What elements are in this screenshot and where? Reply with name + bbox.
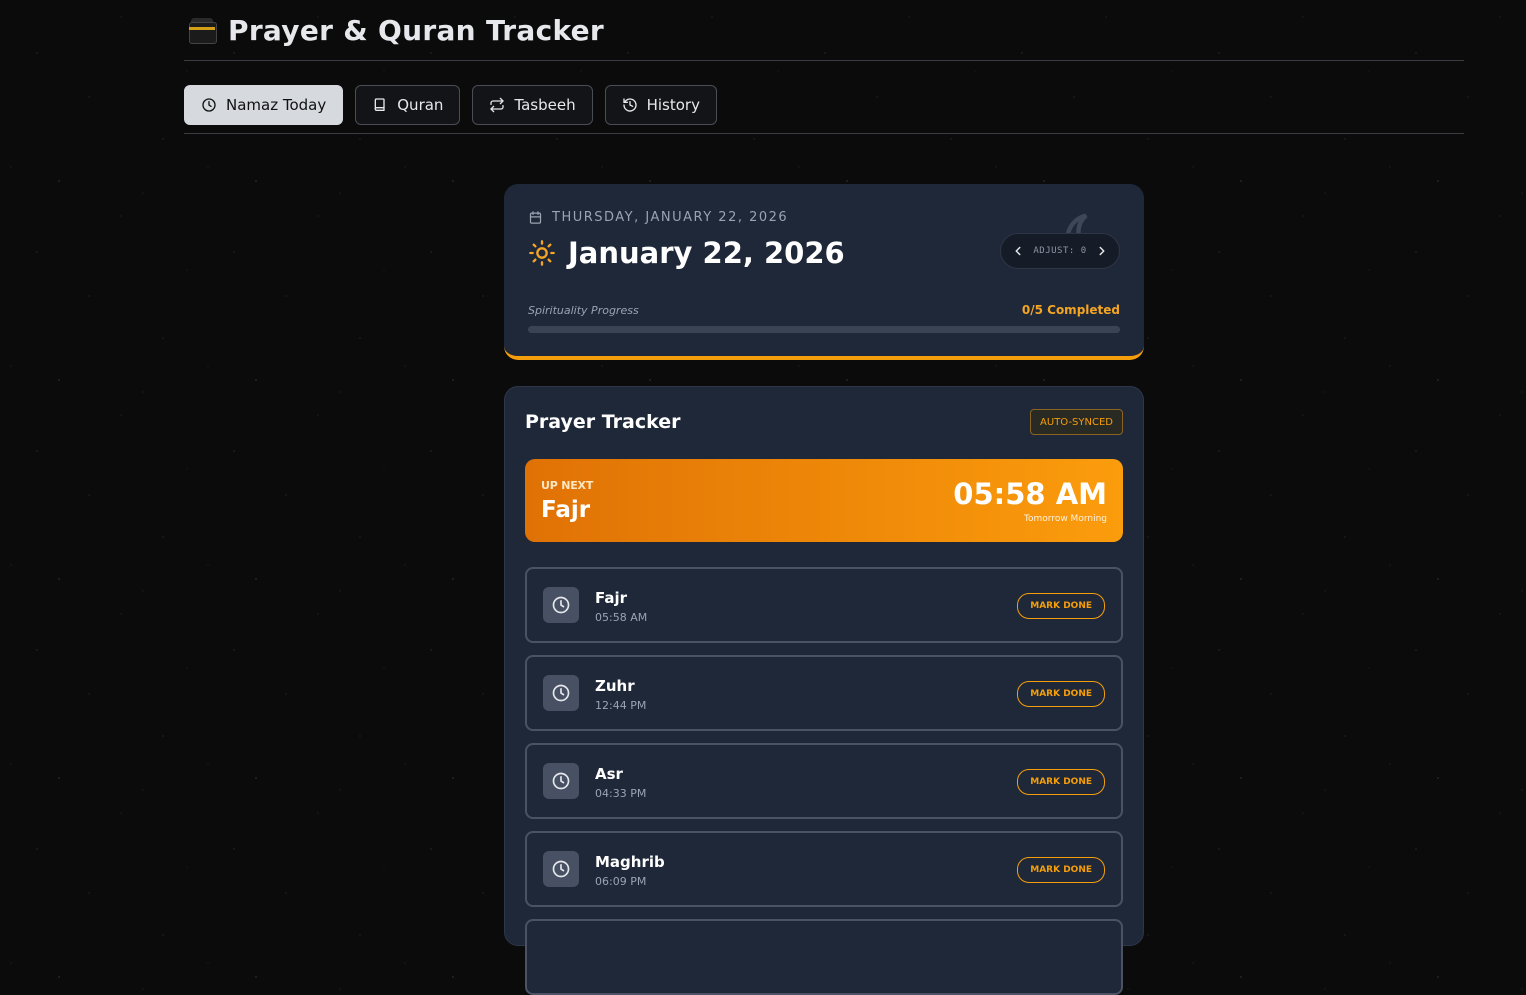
app-header: Prayer & Quran Tracker Namaz Today Quran… <box>184 0 1464 134</box>
prayer-row-asr: Asr 04:33 PM MARK DONE <box>525 743 1123 819</box>
clock-icon <box>543 851 579 887</box>
chevron-right-icon[interactable] <box>1095 244 1109 258</box>
kaaba-icon <box>188 16 217 44</box>
clock-icon <box>543 763 579 799</box>
date-adjust-control: ADJUST: 0 <box>1000 233 1120 269</box>
up-next-label: UP NEXT <box>541 479 594 492</box>
weekday-text: THURSDAY, JANUARY 22, 2026 <box>552 210 789 225</box>
book-icon <box>374 98 385 111</box>
prayer-name: Zuhr <box>595 677 635 695</box>
prayer-name: Maghrib <box>595 853 665 871</box>
prayer-tracker-card: Prayer Tracker AUTO-SYNCED UP NEXT Fajr … <box>504 386 1144 995</box>
prayer-time: 04:33 PM <box>595 787 647 800</box>
next-prayer-time: 05:58 AM <box>953 477 1107 511</box>
chevron-left-icon[interactable] <box>1011 244 1025 258</box>
tab-namaz-today[interactable]: Namaz Today <box>184 85 344 125</box>
prayer-time: 05:58 AM <box>595 611 648 624</box>
auto-synced-badge: AUTO-SYNCED <box>1030 409 1123 435</box>
up-next-banner: UP NEXT Fajr 05:58 AM Tomorrow Morning <box>525 459 1123 542</box>
progress-bar <box>528 326 1120 333</box>
sun-icon <box>529 240 555 266</box>
date-subtitle: THURSDAY, JANUARY 22, 2026 <box>528 210 788 225</box>
date-card: THURSDAY, JANUARY 22, 2026 January 22, 2… <box>504 184 1144 360</box>
tab-tasbeeh[interactable]: Tasbeeh <box>472 85 593 125</box>
mark-done-button[interactable]: MARK DONE <box>1017 681 1105 707</box>
mark-done-button[interactable]: MARK DONE <box>1017 769 1105 795</box>
tab-label: Tasbeeh <box>514 96 576 114</box>
prayer-row-maghrib: Maghrib 06:09 PM MARK DONE <box>525 831 1123 907</box>
adjust-label: ADJUST: 0 <box>1033 246 1087 256</box>
tab-label: Quran <box>397 96 444 114</box>
title-bar: Prayer & Quran Tracker <box>184 0 1464 61</box>
mark-done-button[interactable]: MARK DONE <box>1017 593 1105 619</box>
next-prayer-name: Fajr <box>541 497 591 523</box>
prayer-time: 12:44 PM <box>595 699 647 712</box>
app-title: Prayer & Quran Tracker <box>228 13 605 47</box>
tab-label: Namaz Today <box>226 96 327 114</box>
date-title: January 22, 2026 <box>568 236 845 270</box>
prayer-name: Asr <box>595 765 623 783</box>
prayer-row-zuhr: Zuhr 12:44 PM MARK DONE <box>525 655 1123 731</box>
prayer-name: Fajr <box>595 589 628 607</box>
prayer-row-next <box>525 919 1123 995</box>
tab-label: History <box>646 96 700 114</box>
prayer-time: 06:09 PM <box>595 875 647 888</box>
date-title-row: January 22, 2026 <box>528 236 845 270</box>
progress-label: Spirituality Progress <box>528 304 639 317</box>
history-icon <box>622 98 637 112</box>
tab-history[interactable]: History <box>604 85 717 125</box>
progress-status: 0/5 Completed <box>1021 303 1120 317</box>
repeat-icon <box>490 97 505 113</box>
tab-quran[interactable]: Quran <box>355 85 461 125</box>
mark-done-button[interactable]: MARK DONE <box>1017 857 1105 883</box>
clock-icon <box>543 675 579 711</box>
prayer-row-fajr: Fajr 05:58 AM MARK DONE <box>525 567 1123 643</box>
next-prayer-note: Tomorrow Morning <box>1024 514 1107 524</box>
tracker-title: Prayer Tracker <box>525 411 681 433</box>
clock-icon <box>543 587 579 623</box>
calendar-icon <box>529 211 542 224</box>
clock-icon <box>202 98 216 112</box>
tab-bar: Namaz Today Quran Tasbeeh History <box>184 61 1464 134</box>
